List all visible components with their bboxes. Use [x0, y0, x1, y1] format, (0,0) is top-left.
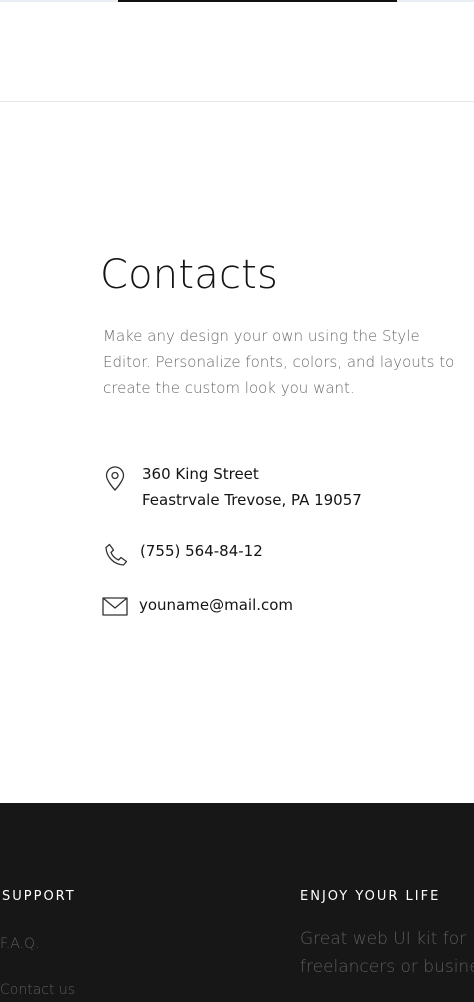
footer-link-contact-us[interactable]: Contact us [0, 982, 75, 998]
top-indicator-bar [118, 0, 397, 2]
email-link[interactable]: youname@mail.com [139, 592, 293, 618]
footer: SUPPORT F.A.Q. Contact us ENJOY YOUR LIF… [0, 803, 474, 1002]
address-text: 360 King Street Feastrvale Trevose, PA 1… [142, 461, 362, 513]
address-line-1: 360 King Street [142, 465, 259, 483]
header-divider [0, 101, 474, 102]
footer-enjoy-heading: ENJOY YOUR LIFE [300, 889, 441, 904]
phone-icon [103, 543, 128, 572]
mail-icon [102, 597, 128, 621]
location-pin-icon [104, 466, 126, 496]
phone-link[interactable]: (755) 564-84-12 [140, 538, 263, 564]
contacts-description: Make any design your own using the Style… [103, 327, 455, 397]
top-scroll-strip [0, 0, 474, 2]
footer-tagline-line-2: freelancers or busine [300, 957, 474, 977]
footer-tagline-line-1: Great web UI kit for [300, 929, 467, 949]
address-line-2: Feastrvale Trevose, PA 19057 [142, 491, 362, 509]
footer-support-heading: SUPPORT [2, 889, 76, 904]
footer-tagline: Great web UI kit for freelancers or busi… [300, 925, 474, 981]
page-title: Contacts [100, 252, 279, 298]
footer-link-faq[interactable]: F.A.Q. [0, 936, 40, 952]
